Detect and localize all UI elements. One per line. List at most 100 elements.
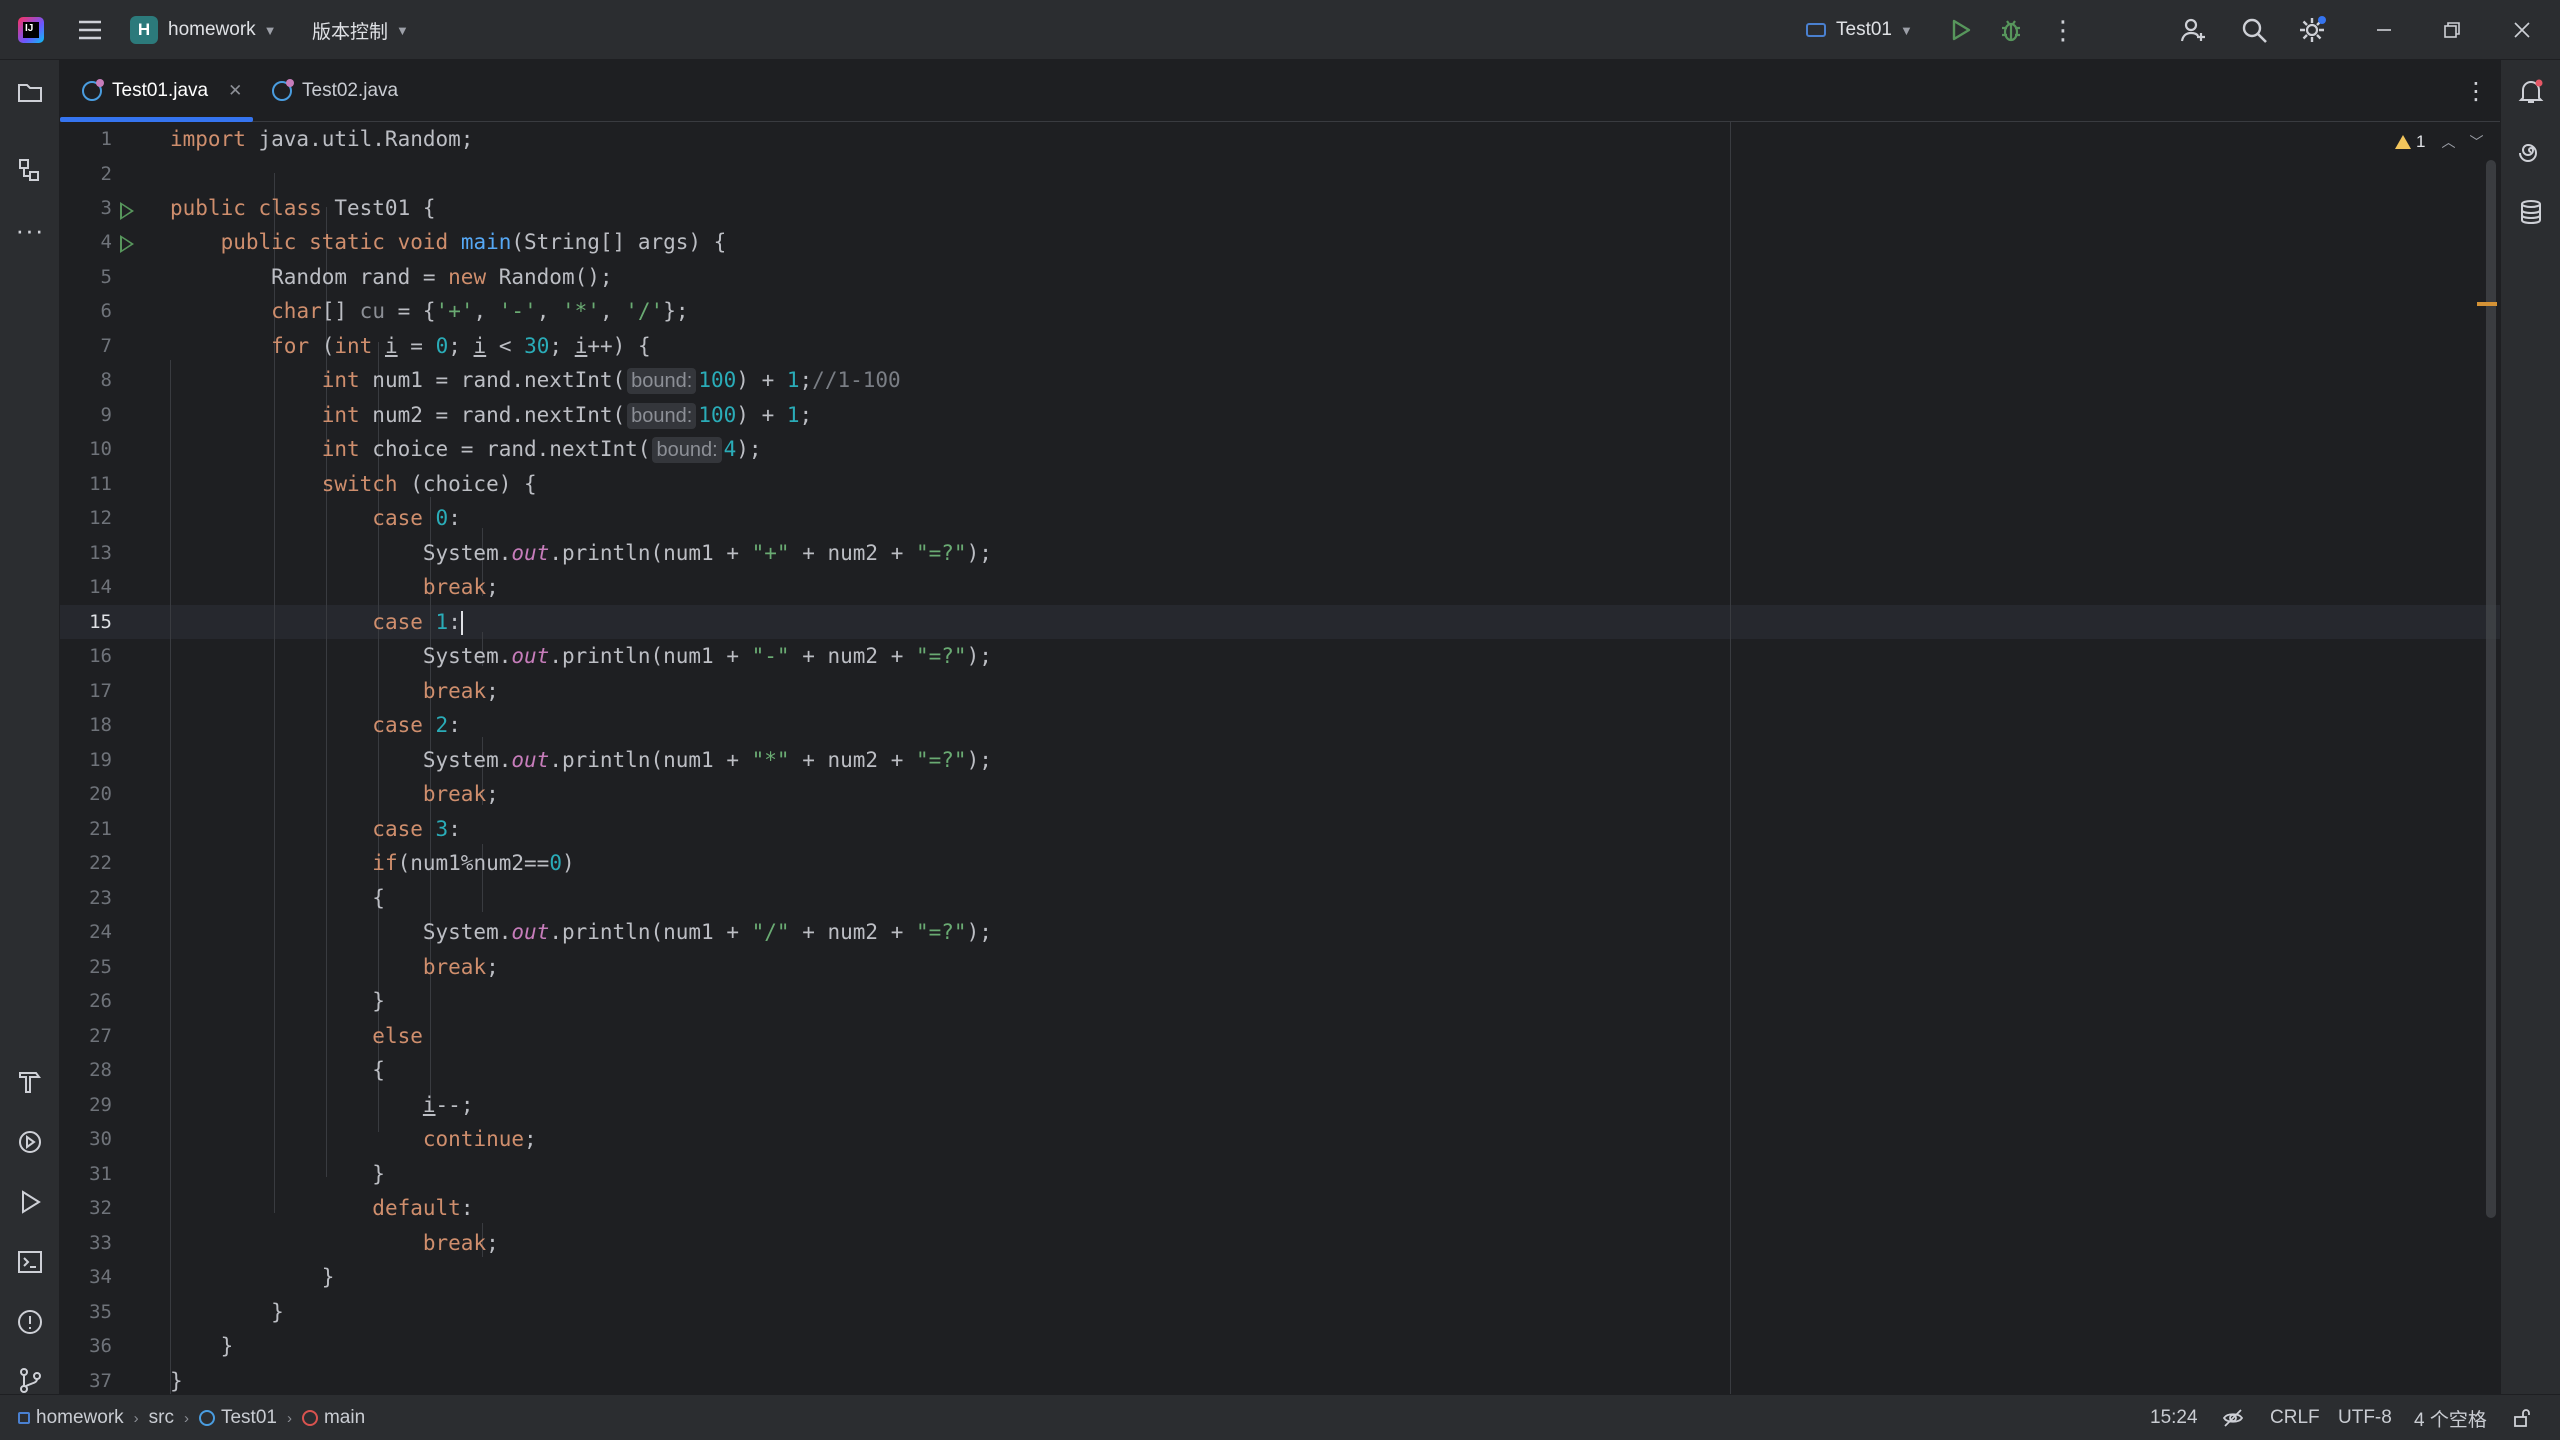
more-tool-windows-button[interactable]: ··· [12,212,48,248]
build-tool-button[interactable] [12,1064,48,1100]
caret-position[interactable]: 15:24 [2150,1395,2198,1440]
line-number[interactable]: 29 [60,1094,112,1116]
code-area[interactable]: import java.util.Random; public class Te… [170,122,1730,1393]
search-everywhere-button[interactable] [2236,0,2272,60]
structure-tool-button[interactable] [12,152,48,188]
inspection-mode-button[interactable] [2222,1395,2244,1440]
line-number[interactable]: 19 [60,749,112,771]
line-number[interactable]: 5 [60,266,112,288]
line-number[interactable]: 15 [60,611,112,633]
line-number[interactable]: 20 [60,783,112,805]
file-encoding[interactable]: UTF-8 [2338,1395,2392,1440]
breadcrumb-folder[interactable]: src [149,1407,174,1429]
close-icon[interactable]: ✕ [228,81,242,101]
line-number[interactable]: 37 [60,1370,112,1392]
kebab-icon: ⋮ [2464,77,2488,105]
project-selector[interactable]: H homework ▼ [130,0,277,60]
run-class-gutter-icon[interactable] [120,202,134,220]
run-tool-button[interactable] [12,1184,48,1220]
tab-options-button[interactable]: ⋮ [2464,60,2488,122]
chevron-right-icon: › [286,1409,292,1427]
line-number[interactable]: 7 [60,335,112,357]
terminal-tool-button[interactable] [12,1244,48,1280]
run-button[interactable] [1946,0,1976,60]
debug-button[interactable] [1996,0,2026,60]
line-number[interactable]: 30 [60,1128,112,1150]
tab-test01[interactable]: Test01.java ✕ [82,60,242,122]
code-line-17: break; [422,679,499,703]
chevron-up-icon[interactable]: ︿ [2441,132,2455,152]
close-window-button[interactable] [2504,0,2540,60]
line-number[interactable]: 28 [60,1059,112,1081]
line-number[interactable]: 6 [60,300,112,322]
warning-scroll-marker[interactable] [2477,302,2497,306]
code-line-20: break; [422,782,499,806]
run-config-selector[interactable]: Test01 ▼ [1806,0,1913,60]
breadcrumb-project[interactable]: homework [36,1407,124,1429]
line-number[interactable]: 27 [60,1025,112,1047]
run-main-gutter-icon[interactable] [120,235,134,253]
line-number[interactable]: 14 [60,576,112,598]
chevron-down-icon[interactable]: ﹀ [2469,132,2483,152]
line-number[interactable]: 33 [60,1232,112,1254]
indent-setting[interactable]: 4 个空格 [2414,1395,2487,1440]
line-number[interactable]: 17 [60,680,112,702]
code-line-10: int choice = rand.nextInt(bound: 4); [321,437,762,463]
line-number[interactable]: 24 [60,921,112,943]
line-number[interactable]: 8 [60,369,112,391]
minimize-icon [2377,29,2391,31]
code-line-31: } [170,1162,385,1186]
line-number[interactable]: 31 [60,1163,112,1185]
settings-button[interactable] [2294,0,2330,60]
right-margin-guide [1730,122,1731,1394]
line-number[interactable]: 3 [60,197,112,219]
structure-icon [19,159,39,181]
ai-assistant-button[interactable] [2513,134,2549,170]
breadcrumb-method[interactable]: main [324,1407,365,1429]
notifications-button[interactable] [2513,74,2549,110]
code-with-me-button[interactable] [2176,0,2212,60]
line-number[interactable]: 25 [60,956,112,978]
line-number[interactable]: 4 [60,231,112,253]
line-number[interactable]: 13 [60,542,112,564]
line-number[interactable]: 35 [60,1301,112,1323]
inspection-widget[interactable]: 1 ︿ ﹀ [2395,130,2483,154]
editor-vertical-scrollbar[interactable] [2486,160,2496,1218]
project-tool-button[interactable] [12,74,48,110]
vcs-menu[interactable]: 版本控制 ▼ [312,0,409,60]
line-separator[interactable]: CRLF [2270,1395,2320,1440]
code-line-33: break; [422,1231,499,1255]
code-line-5: Random rand = new Random(); [170,265,613,289]
line-number[interactable]: 2 [60,163,112,185]
line-number[interactable]: 10 [60,438,112,460]
line-number[interactable]: 18 [60,714,112,736]
hammer-icon [19,1072,41,1093]
more-actions-button[interactable]: ⋮ [2048,0,2078,60]
code-editor[interactable]: 1 2 3 4 5 6 7 8 9 10 11 12 13 14 15 16 17 18 19 20 21 22 23 24 2… [60,122,2500,1394]
line-number[interactable]: 16 [60,645,112,667]
minimize-window-button[interactable] [2366,0,2402,60]
main-menu-icon[interactable] [72,0,108,60]
restore-window-button[interactable] [2434,0,2470,60]
line-number[interactable]: 32 [60,1197,112,1219]
database-tool-button[interactable] [2513,194,2549,230]
line-number[interactable]: 23 [60,887,112,909]
line-number[interactable]: 21 [60,818,112,840]
line-number[interactable]: 12 [60,507,112,529]
services-tool-button[interactable] [12,1124,48,1160]
intellij-logo-icon[interactable]: IJ [16,0,46,60]
code-line-13: System.out.println(num1 + "+" + num2 + "… [170,541,992,565]
breadcrumb-class[interactable]: Test01 [221,1407,277,1429]
tab-test02[interactable]: Test02.java [272,60,398,122]
line-number[interactable]: 1 [60,128,112,150]
problems-tool-button[interactable] [12,1304,48,1340]
line-number[interactable]: 34 [60,1266,112,1288]
line-number[interactable]: 22 [60,852,112,874]
line-number[interactable]: 26 [60,990,112,1012]
line-number[interactable]: 36 [60,1335,112,1357]
readonly-toggle[interactable] [2512,1395,2532,1440]
git-tool-button[interactable] [12,1362,48,1398]
chevron-down-icon: ▼ [1899,22,1913,38]
line-number[interactable]: 9 [60,404,112,426]
line-number[interactable]: 11 [60,473,112,495]
